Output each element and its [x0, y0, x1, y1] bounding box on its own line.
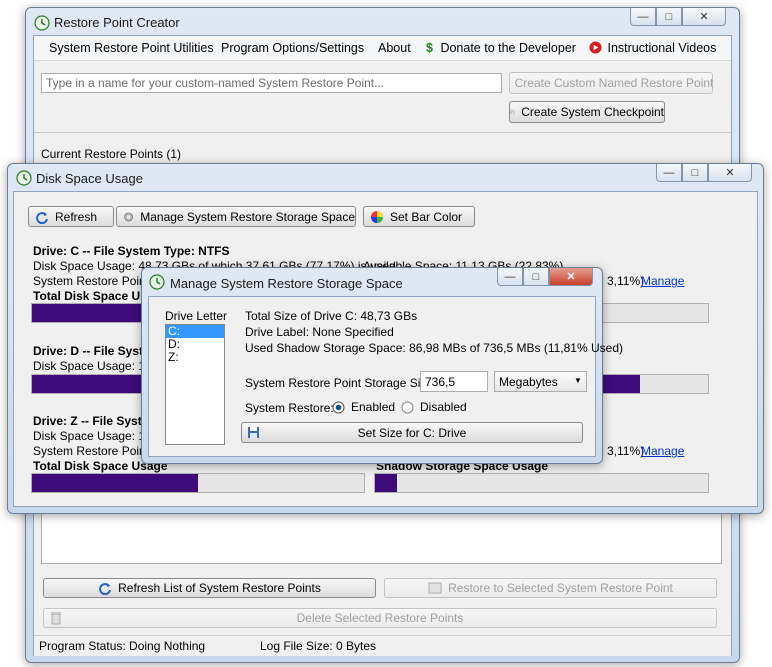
- restore-point-name-input[interactable]: [41, 73, 502, 93]
- create-system-checkpoint-label: Create System Checkpoint: [521, 105, 664, 119]
- manage-storage-label: Manage System Restore Storage Space: [140, 209, 355, 224]
- menu-videos-label: Instructional Videos: [607, 41, 717, 55]
- refresh-list-button[interactable]: Refresh List of System Restore Points: [43, 578, 376, 598]
- dialog-title: Manage System Restore Storage Space: [170, 276, 403, 291]
- minimize-button[interactable]: —: [630, 8, 656, 26]
- restore-to-selected-button[interactable]: Restore to Selected System Restore Point: [384, 578, 717, 598]
- menu-videos[interactable]: Instructional Videos: [589, 36, 716, 60]
- trash-icon: [51, 612, 61, 625]
- menu-about[interactable]: About: [378, 36, 411, 60]
- menu-options[interactable]: Program Options/Settings: [221, 36, 364, 60]
- set-size-label: Set Size for C: Drive: [357, 425, 467, 440]
- unit-select[interactable]: Megabytes ▼: [494, 371, 587, 392]
- main-window-title: Restore Point Creator: [54, 15, 180, 30]
- system-restore-label: System Restore:: [245, 401, 334, 415]
- create-custom-restore-point-label: Create Custom Named Restore Point: [514, 76, 714, 90]
- dialog-icon: [149, 274, 165, 290]
- drive-z-restore-pct: 3,11%): [607, 444, 645, 458]
- app-icon: [34, 15, 50, 31]
- maximize-button[interactable]: □: [656, 8, 682, 26]
- play-icon: [589, 41, 602, 54]
- unit-select-value: Megabytes: [499, 375, 558, 389]
- restore-to-selected-label: Restore to Selected System Restore Point: [448, 581, 673, 595]
- restore-icon: [428, 582, 442, 594]
- drive-z-usage: Disk Space Usage: 10: [33, 429, 152, 443]
- drive-label-text: Drive Label: None Specified: [245, 325, 394, 339]
- drive-c-total-label: Total Disk Space U: [33, 289, 141, 303]
- drive-d-usage: Disk Space Usage: 10: [33, 359, 152, 373]
- checkpoint-icon: [510, 109, 516, 115]
- disabled-radio[interactable]: Disabled: [401, 400, 467, 414]
- radio-selected-icon: [332, 401, 345, 413]
- storage-size-input[interactable]: [420, 371, 488, 392]
- menu-utilities[interactable]: System Restore Point Utilities: [49, 36, 214, 60]
- total-size-text: Total Size of Drive C: 48,73 GBs: [245, 309, 418, 323]
- dollar-icon: $: [426, 41, 433, 55]
- dialog-client-area: Drive Letter C: D: Z: Total Size of Drive …: [148, 296, 623, 457]
- dialog-maximize-button[interactable]: □: [523, 268, 549, 286]
- drive-letter-list[interactable]: C: D: Z:: [165, 324, 225, 445]
- refresh-list-label: Refresh List of System Restore Points: [118, 581, 321, 595]
- drive-z-header: Drive: Z -- File Syst: [33, 414, 142, 428]
- disabled-label: Disabled: [420, 400, 467, 414]
- enabled-label: Enabled: [351, 400, 396, 414]
- disk-window-title: Disk Space Usage: [36, 171, 143, 186]
- used-shadow-text: Used Shadow Storage Space: 86,98 MBs of …: [245, 341, 623, 355]
- drive-z-shadow-bar: [374, 473, 709, 493]
- close-button[interactable]: ✕: [682, 8, 726, 26]
- refresh-icon: [99, 583, 112, 595]
- log-file-size: Log File Size: 0 Bytes: [260, 639, 377, 653]
- set-bar-color-button[interactable]: Set Bar Color: [363, 206, 475, 227]
- program-status: Program Status: Doing Nothing: [39, 639, 206, 653]
- menu-donate[interactable]: $ Donate to the Developer: [426, 36, 576, 60]
- delete-selected-button[interactable]: Delete Selected Restore Points: [43, 608, 717, 628]
- drive-letter-label: Drive Letter: [165, 309, 228, 323]
- disk-maximize-button[interactable]: □: [682, 164, 708, 182]
- drive-c-manage-link[interactable]: Manage: [641, 274, 684, 288]
- drive-z-shadow-fill: [375, 474, 398, 492]
- drive-z-manage-link[interactable]: Manage: [641, 444, 684, 458]
- disk-refresh-label: Refresh: [55, 209, 98, 224]
- manage-storage-dialog: Manage System Restore Storage Space — □ …: [141, 267, 623, 464]
- drive-z-usage-bar: [31, 473, 365, 493]
- enabled-radio[interactable]: Enabled: [332, 400, 395, 414]
- gear-icon: [124, 212, 134, 221]
- drive-d-header: Drive: D -- File Syst: [33, 344, 144, 358]
- chevron-down-icon: ▼: [574, 376, 582, 385]
- drive-z-usage-fill: [32, 474, 198, 492]
- radio-empty-icon: [401, 401, 414, 413]
- storage-size-label: System Restore Point Storage Size:: [245, 376, 437, 390]
- drive-c-restore-pct: 3,11%): [607, 274, 645, 288]
- disk-close-button[interactable]: ✕: [708, 164, 752, 182]
- set-size-button[interactable]: Set Size for C: Drive: [241, 422, 583, 443]
- status-bar: Program Status: Doing Nothing Log File S…: [34, 635, 731, 656]
- save-icon: [248, 427, 259, 438]
- color-wheel-icon: [371, 210, 383, 223]
- manage-storage-button[interactable]: Manage System Restore Storage Space: [116, 206, 356, 227]
- set-bar-color-label: Set Bar Color: [390, 209, 463, 224]
- delete-selected-label: Delete Selected Restore Points: [296, 611, 464, 625]
- drive-list-item[interactable]: Z:: [166, 351, 224, 364]
- dialog-close-button[interactable]: ✕: [549, 268, 593, 286]
- dialog-minimize-button[interactable]: —: [497, 268, 523, 286]
- disk-minimize-button[interactable]: —: [656, 164, 682, 182]
- create-system-checkpoint-button[interactable]: Create System Checkpoint: [509, 101, 665, 123]
- drive-c-header: Drive: C -- File System Type: NTFS: [33, 244, 230, 258]
- disk-window-icon: [16, 170, 32, 186]
- menu-donate-label: Donate to the Developer: [440, 41, 576, 55]
- refresh-icon: [36, 211, 48, 224]
- menu-bar: System Restore Point Utilities Program O…: [34, 36, 731, 61]
- current-restore-points-label: Current Restore Points (1): [41, 147, 182, 161]
- create-custom-restore-point-button[interactable]: Create Custom Named Restore Point: [509, 72, 713, 94]
- disk-refresh-button[interactable]: Refresh: [28, 206, 114, 227]
